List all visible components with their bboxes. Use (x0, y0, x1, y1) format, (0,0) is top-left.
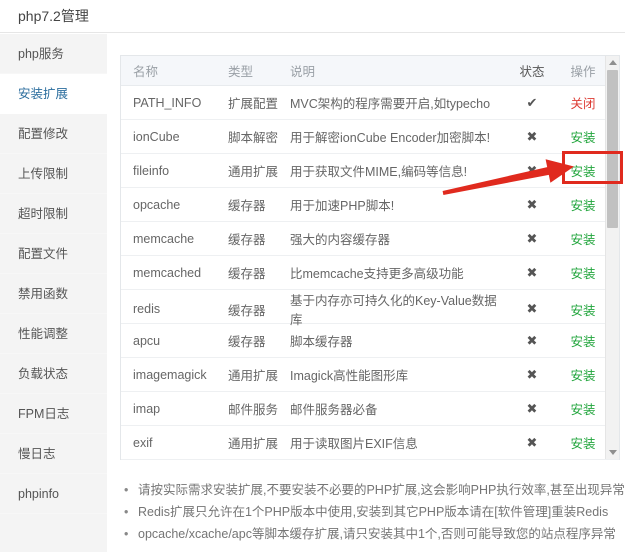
note-item: 请按实际需求安装扩展,不要安装不必要的PHP扩展,这会影响PHP执行效率,甚至出… (124, 479, 622, 501)
ext-desc: 强大的内容缓存器 (290, 229, 504, 248)
cross-icon: ✖ (527, 401, 538, 416)
sidebar-item-slow-log[interactable]: 慢日志 (0, 434, 107, 474)
sidebar-item-php-service[interactable]: php服务 (0, 34, 107, 74)
table-row-fileinfo: fileinfo 通用扩展 用于获取文件MIME,编码等信息! ✖ 安装 (121, 154, 619, 188)
sidebar-item-upload-limit[interactable]: 上传限制 (0, 154, 107, 194)
ext-name: redis (133, 302, 228, 316)
ext-type: 缓存器 (228, 229, 290, 248)
ext-name: opcache (133, 198, 228, 212)
cross-icon: ✖ (527, 265, 538, 280)
table-header-row: 名称 类型 说明 状态 操作 (121, 56, 619, 86)
column-header-name: 名称 (133, 61, 228, 80)
install-extension-link[interactable]: 安装 (570, 199, 595, 213)
note-item: Redis扩展只允许在1个PHP版本中使用,安装到其它PHP版本请在[软件管理]… (124, 501, 622, 523)
install-extension-link[interactable]: 安装 (570, 369, 595, 383)
ext-name: imagemagick (133, 368, 228, 382)
sidebar-item-config-file[interactable]: 配置文件 (0, 234, 107, 274)
table-row: imagemagick 通用扩展 Imagick高性能图形库 ✖ 安装 (121, 358, 619, 392)
ext-name: exif (133, 436, 228, 450)
column-header-status: 状态 (504, 61, 560, 80)
ext-type: 缓存器 (228, 331, 290, 350)
ext-desc: 邮件服务器必备 (290, 399, 504, 418)
scrollbar[interactable] (605, 56, 619, 459)
cross-icon: ✖ (527, 333, 538, 348)
ext-name: memcache (133, 232, 228, 246)
table-row: PATH_INFO 扩展配置 MVC架构的程序需要开启,如typecho ✔ 关… (121, 86, 619, 120)
ext-type: 扩展配置 (228, 93, 290, 112)
extensions-table: 名称 类型 说明 状态 操作 PATH_INFO 扩展配置 MVC架构的程序需要… (120, 55, 620, 460)
ext-name: fileinfo (133, 164, 228, 178)
ext-type: 缓存器 (228, 263, 290, 282)
column-header-action: 操作 (560, 61, 606, 80)
cross-icon: ✖ (527, 301, 538, 316)
install-extension-link[interactable]: 安装 (570, 335, 595, 349)
table-row: opcache 缓存器 用于加速PHP脚本! ✖ 安装 (121, 188, 619, 222)
cross-icon: ✖ (527, 231, 538, 246)
note-item: opcache/xcache/apc等脚本缓存扩展,请只安装其中1个,否则可能导… (124, 523, 622, 545)
notes-list: 请按实际需求安装扩展,不要安装不必要的PHP扩展,这会影响PHP执行效率,甚至出… (124, 479, 622, 545)
ext-desc: 用于获取文件MIME,编码等信息! (290, 161, 504, 180)
column-header-type: 类型 (228, 61, 290, 80)
ext-type: 缓存器 (228, 300, 290, 319)
ext-desc: 比memcache支持更多高级功能 (290, 263, 504, 282)
cross-icon: ✖ (527, 163, 538, 178)
ext-type: 通用扩展 (228, 365, 290, 384)
install-extension-link[interactable]: 安装 (570, 403, 595, 417)
ext-type: 通用扩展 (228, 433, 290, 452)
cross-icon: ✖ (527, 367, 538, 382)
column-header-desc: 说明 (290, 61, 504, 80)
ext-type: 缓存器 (228, 195, 290, 214)
sidebar-item-timeout-limit[interactable]: 超时限制 (0, 194, 107, 234)
install-extension-link[interactable]: 安装 (570, 437, 595, 451)
sidebar-item-load-status[interactable]: 负载状态 (0, 354, 107, 394)
table-row: memcache 缓存器 强大的内容缓存器 ✖ 安装 (121, 222, 619, 256)
ext-type: 脚本解密 (228, 127, 290, 146)
ext-type: 邮件服务 (228, 399, 290, 418)
sidebar-item-disabled-functions[interactable]: 禁用函数 (0, 274, 107, 314)
ext-name: PATH_INFO (133, 96, 228, 110)
ext-name: imap (133, 402, 228, 416)
install-extension-link[interactable]: 安装 (570, 267, 595, 281)
scrollbar-thumb[interactable] (607, 70, 618, 228)
ext-type: 通用扩展 (228, 161, 290, 180)
sidebar-item-phpinfo[interactable]: phpinfo (0, 474, 107, 514)
table-row: imap 邮件服务 邮件服务器必备 ✖ 安装 (121, 392, 619, 426)
table-row: redis 缓存器 基于内存亦可持久化的Key-Value数据库 ✖ 安装 (121, 290, 619, 324)
ext-name: memcached (133, 266, 228, 280)
ext-desc: Imagick高性能图形库 (290, 365, 504, 384)
install-extension-link[interactable]: 安装 (570, 304, 595, 318)
ext-desc: 脚本缓存器 (290, 331, 504, 350)
install-fileinfo-link[interactable]: 安装 (570, 165, 595, 179)
ext-name: ionCube (133, 130, 228, 144)
page-title: php7.2管理 (18, 0, 89, 33)
sidebar-item-install-extensions[interactable]: 安装扩展 (0, 74, 107, 114)
table-row: apcu 缓存器 脚本缓存器 ✖ 安装 (121, 324, 619, 358)
table-row: ionCube 脚本解密 用于解密ionCube Encoder加密脚本! ✖ … (121, 120, 619, 154)
sidebar: php服务 安装扩展 配置修改 上传限制 超时限制 配置文件 禁用函数 性能调整… (0, 34, 107, 552)
sidebar-item-fpm-log[interactable]: FPM日志 (0, 394, 107, 434)
table-row: memcached 缓存器 比memcache支持更多高级功能 ✖ 安装 (121, 256, 619, 290)
window-titlebar: php7.2管理 (0, 0, 625, 33)
install-extension-link[interactable]: 安装 (570, 131, 595, 145)
scrollbar-up-arrow-icon[interactable] (606, 56, 619, 69)
ext-name: apcu (133, 334, 228, 348)
check-icon: ✔ (527, 95, 538, 110)
table-row: exif 通用扩展 用于读取图片EXIF信息 ✖ 安装 (121, 426, 619, 460)
scrollbar-down-arrow-icon[interactable] (606, 446, 619, 459)
ext-desc: 基于内存亦可持久化的Key-Value数据库 (290, 290, 504, 328)
sidebar-item-config-modify[interactable]: 配置修改 (0, 114, 107, 154)
ext-desc: 用于解密ionCube Encoder加密脚本! (290, 127, 504, 146)
install-extension-link[interactable]: 安装 (570, 233, 595, 247)
ext-desc: 用于加速PHP脚本! (290, 195, 504, 214)
cross-icon: ✖ (527, 435, 538, 450)
ext-desc: 用于读取图片EXIF信息 (290, 433, 504, 452)
cross-icon: ✖ (527, 197, 538, 212)
sidebar-item-performance-tuning[interactable]: 性能调整 (0, 314, 107, 354)
close-extension-link[interactable]: 关闭 (570, 97, 595, 111)
cross-icon: ✖ (527, 129, 538, 144)
ext-desc: MVC架构的程序需要开启,如typecho (290, 93, 504, 112)
